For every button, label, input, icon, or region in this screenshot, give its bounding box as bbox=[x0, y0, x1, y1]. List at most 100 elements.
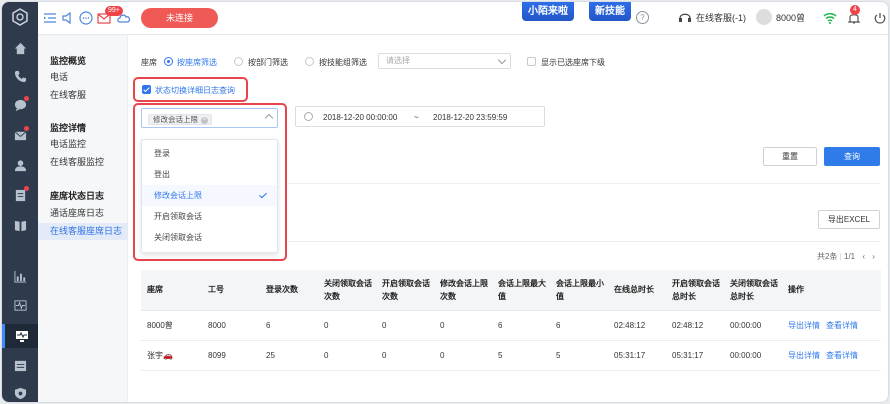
col-open-claim-count: 开启领取会话 次数 bbox=[376, 270, 434, 311]
export-detail-link[interactable]: 导出详情 bbox=[788, 351, 820, 360]
agent-status[interactable]: 在线客服(-1) bbox=[696, 11, 746, 24]
sidebar-section-seat-log: 座席状态日志 bbox=[50, 191, 105, 201]
contact-icon[interactable] bbox=[10, 155, 30, 175]
dropdown-option-modify-limit-label: 修改会话上限 bbox=[154, 191, 202, 200]
seat-log-table: 座席 工号 登录次数 关闭领取会话 次数 开启领取会话 次数 修改会话上限 次数 会话… bbox=[141, 270, 881, 371]
status-tag[interactable]: 修改会话上限 × bbox=[148, 114, 212, 125]
promo-banner-left[interactable]: 小陌来啦 bbox=[522, 2, 574, 21]
sidebar-item-online-service[interactable]: 在线客服 bbox=[38, 87, 128, 104]
tag-close-icon[interactable]: × bbox=[201, 116, 208, 124]
dropdown-option-modify-limit[interactable]: 修改会话上限 bbox=[142, 185, 277, 206]
export-excel-button[interactable]: 导出EXCEL bbox=[818, 210, 880, 229]
phone-icon[interactable] bbox=[10, 66, 30, 86]
check-icon bbox=[259, 190, 267, 199]
cell: 5 bbox=[550, 340, 608, 371]
radio-by-skill-group-label[interactable]: 按技能组筛选 bbox=[319, 57, 367, 68]
chevron-up-icon bbox=[264, 113, 274, 123]
date-separator: ~ bbox=[414, 113, 419, 122]
pulse-icon[interactable] bbox=[10, 295, 30, 315]
menu-icon[interactable] bbox=[42, 10, 58, 26]
show-sub-checkbox[interactable] bbox=[527, 57, 536, 66]
dropdown-option-disable-claim[interactable]: 关闭领取会话 bbox=[142, 227, 277, 248]
book-icon[interactable] bbox=[10, 215, 30, 235]
connection-status-button[interactable]: 未连接 bbox=[141, 8, 218, 28]
sidebar-item-phone-monitor[interactable]: 电话监控 bbox=[38, 136, 128, 153]
dropdown-option-logout[interactable]: 登出 bbox=[142, 164, 277, 185]
monitor-icon[interactable] bbox=[2, 324, 38, 348]
radio-by-department-label[interactable]: 按部门筛选 bbox=[248, 57, 288, 68]
cell: 6 bbox=[550, 310, 608, 341]
radio-by-department[interactable] bbox=[234, 57, 243, 66]
detail-log-checkbox[interactable] bbox=[142, 85, 151, 94]
col-login-count: 登录次数 bbox=[260, 270, 318, 311]
sidebar-item-call-seat-log[interactable]: 通话座席日志 bbox=[38, 205, 128, 222]
sidebar-item-online-monitor[interactable]: 在线客服监控 bbox=[38, 154, 128, 171]
sidebar-section-details: 监控详情 bbox=[50, 123, 87, 133]
view-detail-link[interactable]: 查看详情 bbox=[826, 351, 858, 360]
col-modify-limit-count: 修改会话上限 次数 bbox=[434, 270, 492, 311]
user-name[interactable]: 8000曾 bbox=[776, 11, 805, 24]
cell: 8000 bbox=[202, 310, 260, 341]
export-detail-link[interactable]: 导出详情 bbox=[788, 321, 820, 330]
avatar[interactable] bbox=[756, 9, 772, 25]
cell: 0 bbox=[376, 340, 434, 371]
date-start[interactable]: 2018-12-20 00:00:00 bbox=[323, 113, 397, 122]
stats-icon[interactable] bbox=[10, 266, 30, 286]
query-button[interactable]: 查询 bbox=[824, 147, 880, 166]
power-icon[interactable] bbox=[872, 10, 888, 26]
sidebar-item-online-seat-log[interactable]: 在线客服座席日志 bbox=[38, 223, 128, 240]
cell: 0 bbox=[318, 310, 376, 341]
chevron-down-icon bbox=[497, 55, 507, 65]
cell-actions: 导出详情 查看详情 bbox=[782, 310, 881, 341]
view-detail-link[interactable]: 查看详情 bbox=[826, 321, 858, 330]
home-icon[interactable] bbox=[10, 38, 30, 58]
date-range-picker[interactable]: 2018-12-20 00:00:00 ~ 2018-12-20 23:59:5… bbox=[295, 106, 545, 127]
wifi-icon bbox=[823, 13, 837, 24]
prev-page-icon[interactable]: ‹ bbox=[862, 252, 865, 261]
cell: 00:00:00 bbox=[724, 310, 782, 341]
col-open-claim-duration: 开启领取会话 总时长 bbox=[666, 270, 724, 311]
detail-log-label[interactable]: 状态切换详细日志查询 bbox=[155, 85, 235, 96]
car-icon: 🚗 bbox=[163, 350, 173, 360]
dropdown-option-login[interactable]: 登录 bbox=[142, 143, 277, 164]
table-row: 张宇🚗 8099 25 0 0 0 5 5 05:31:17 05:31:17 … bbox=[141, 340, 881, 371]
bell-badge: 4 bbox=[850, 5, 860, 15]
pager-page: 1/1 bbox=[844, 252, 856, 261]
sidebar-item-phone[interactable]: 电话 bbox=[38, 69, 128, 86]
promo-banner-right[interactable]: 新技能 bbox=[589, 2, 631, 21]
sidebar-section-overview: 监控概览 bbox=[50, 56, 87, 66]
radio-by-seat[interactable] bbox=[164, 57, 173, 66]
shield-icon[interactable] bbox=[10, 383, 30, 402]
divider bbox=[288, 183, 880, 184]
calendar-icon[interactable] bbox=[10, 355, 30, 375]
cell-actions: 导出详情 查看详情 bbox=[782, 340, 881, 371]
message-icon[interactable] bbox=[78, 10, 94, 26]
ticket-icon[interactable] bbox=[10, 185, 30, 205]
table-row: 8000曾 8000 6 0 0 0 6 6 02:48:12 02:48:12… bbox=[141, 310, 881, 341]
dropdown-option-enable-claim[interactable]: 开启领取会话 bbox=[142, 206, 277, 227]
radio-by-skill-group[interactable] bbox=[305, 57, 314, 66]
cell: 6 bbox=[492, 310, 550, 341]
col-close-claim-count: 关闭领取会话 次数 bbox=[318, 270, 376, 311]
cell: 05:31:17 bbox=[608, 340, 666, 371]
cell: 00:00:00 bbox=[724, 340, 782, 371]
help-icon[interactable]: ? bbox=[636, 11, 649, 24]
cell: 0 bbox=[434, 310, 492, 341]
reset-button[interactable]: 重置 bbox=[763, 147, 817, 166]
divider-2 bbox=[288, 241, 880, 242]
seat-name: 张宇 bbox=[147, 350, 163, 360]
show-sub-label[interactable]: 显示已选座席下级 bbox=[541, 57, 605, 68]
col-limit-min: 会话上限最小值 bbox=[550, 270, 608, 311]
pager-total: 共2条 bbox=[817, 252, 838, 261]
broadcast-icon[interactable] bbox=[60, 10, 76, 26]
radio-by-seat-label[interactable]: 按座席筛选 bbox=[177, 57, 217, 68]
date-end[interactable]: 2018-12-20 23:59:59 bbox=[433, 113, 507, 122]
cell: 8000曾 bbox=[141, 310, 202, 341]
next-page-icon[interactable]: › bbox=[872, 252, 875, 261]
seat-select[interactable]: 请选择 bbox=[378, 53, 511, 69]
headset-icon bbox=[679, 13, 691, 22]
chat-icon[interactable] bbox=[10, 95, 30, 115]
cloud-icon[interactable] bbox=[116, 10, 132, 26]
cell: 25 bbox=[260, 340, 318, 371]
mail-icon[interactable] bbox=[10, 125, 30, 145]
